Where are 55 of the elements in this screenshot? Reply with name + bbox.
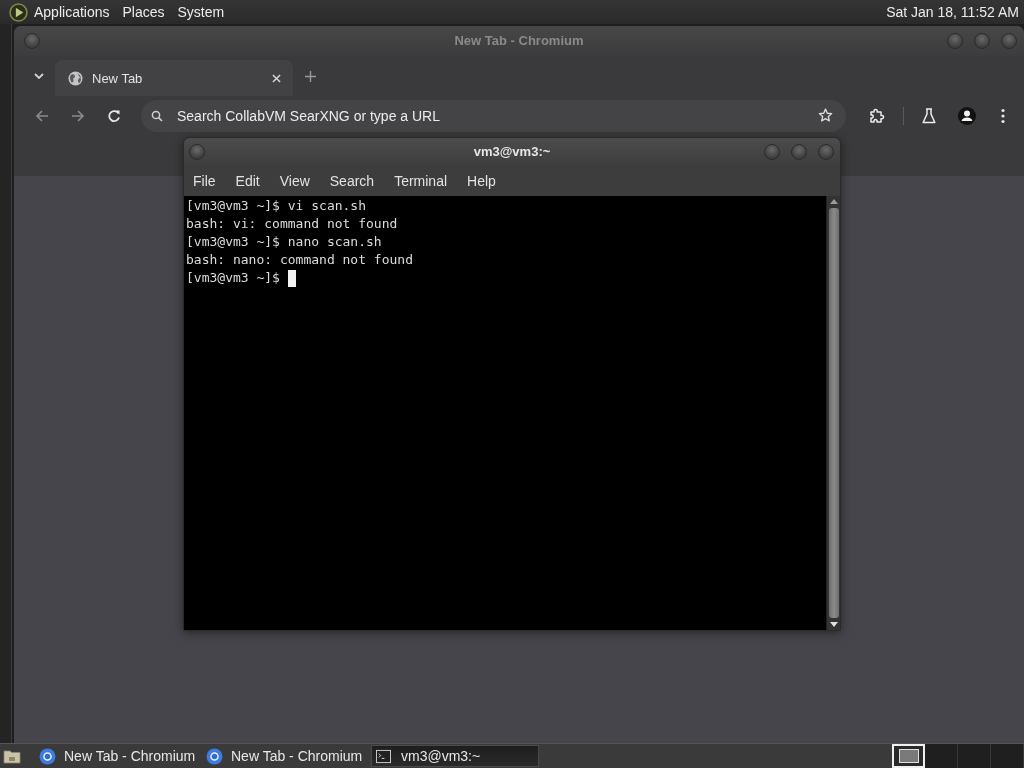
close-button[interactable] [1001,33,1017,49]
window-preview [898,749,919,763]
address-bar[interactable]: Search CollabVM SearXNG or type a URL [141,100,846,132]
terminal-line: [vm3@vm3 ~]$ nano scan.sh [186,233,382,251]
taskbar-button[interactable]: vm3@vm3:~ [371,745,539,767]
scrollbar[interactable] [826,196,840,630]
maximize-button[interactable] [791,144,807,160]
browser-icon [206,747,223,765]
taskbar-button[interactable]: New Tab - Chromium [37,745,201,767]
profile-icon[interactable] [958,107,976,125]
forward-arrow-icon[interactable] [71,109,85,123]
back-arrow-icon[interactable] [35,109,49,123]
logo-icon[interactable] [9,2,28,22]
browser-icon [39,747,56,765]
panel-menu[interactable]: Applications [34,4,110,20]
terminal-line: bash: vi: command not found [186,215,398,233]
taskbar-button[interactable]: New Tab - Chromium [204,745,368,767]
globe-icon [68,70,83,86]
window-title: vm3@vm3:~ [473,144,551,159]
menu-item[interactable]: Search [319,173,385,189]
panel-menu[interactable]: System [177,4,225,20]
menu-item[interactable]: File [184,173,226,189]
terminal-line: [vm3@vm3 ~]$ [186,269,280,287]
star-icon[interactable] [818,108,833,123]
scroll-up-icon[interactable] [829,199,838,204]
minimize-button[interactable] [764,144,780,160]
menu-item[interactable]: Edit [225,173,270,189]
folder-icon[interactable] [3,748,21,764]
new-tab-icon[interactable] [305,70,316,82]
terminal-line: bash: nano: command not found [186,251,413,269]
reload-icon[interactable] [107,109,121,123]
close-button[interactable] [818,144,834,160]
terminal-icon [376,748,391,764]
terminal-screen[interactable]: [vm3@vm3 ~]$ vi scan.sh bash: vi: command not found [vm3@vm3 ~]$ nano scan.sh bash: nano: command not found [vm3@vm3 ~]$ [184,196,826,630]
window-menu-button[interactable] [189,144,205,160]
scrollbar-thumb[interactable] [828,208,839,618]
flask-icon[interactable] [922,108,936,124]
close-icon[interactable] [272,73,281,83]
panel-menu[interactable]: Places [122,4,165,20]
cursor-icon [287,269,296,287]
search-icon [151,110,163,122]
menu-item[interactable]: Terminal [384,173,458,189]
terminal-line: [vm3@vm3 ~]$ vi scan.sh [186,197,366,215]
browser-tab[interactable]: New Tab [55,60,293,96]
clock[interactable]: Sat Jan 18, 11:52 AM [886,4,1019,20]
caret-icon[interactable] [34,73,44,79]
window-menu-button[interactable] [24,33,40,49]
menu-item[interactable]: View [269,173,320,189]
window-title: New Tab - Chromium [454,33,584,48]
menu-icon[interactable] [1001,108,1005,124]
maximize-button[interactable] [974,33,990,49]
puzzle-piece-icon[interactable] [869,108,885,124]
menu-item[interactable]: Help [457,173,506,189]
minimize-button[interactable] [947,33,963,49]
scroll-down-icon[interactable] [829,622,838,627]
